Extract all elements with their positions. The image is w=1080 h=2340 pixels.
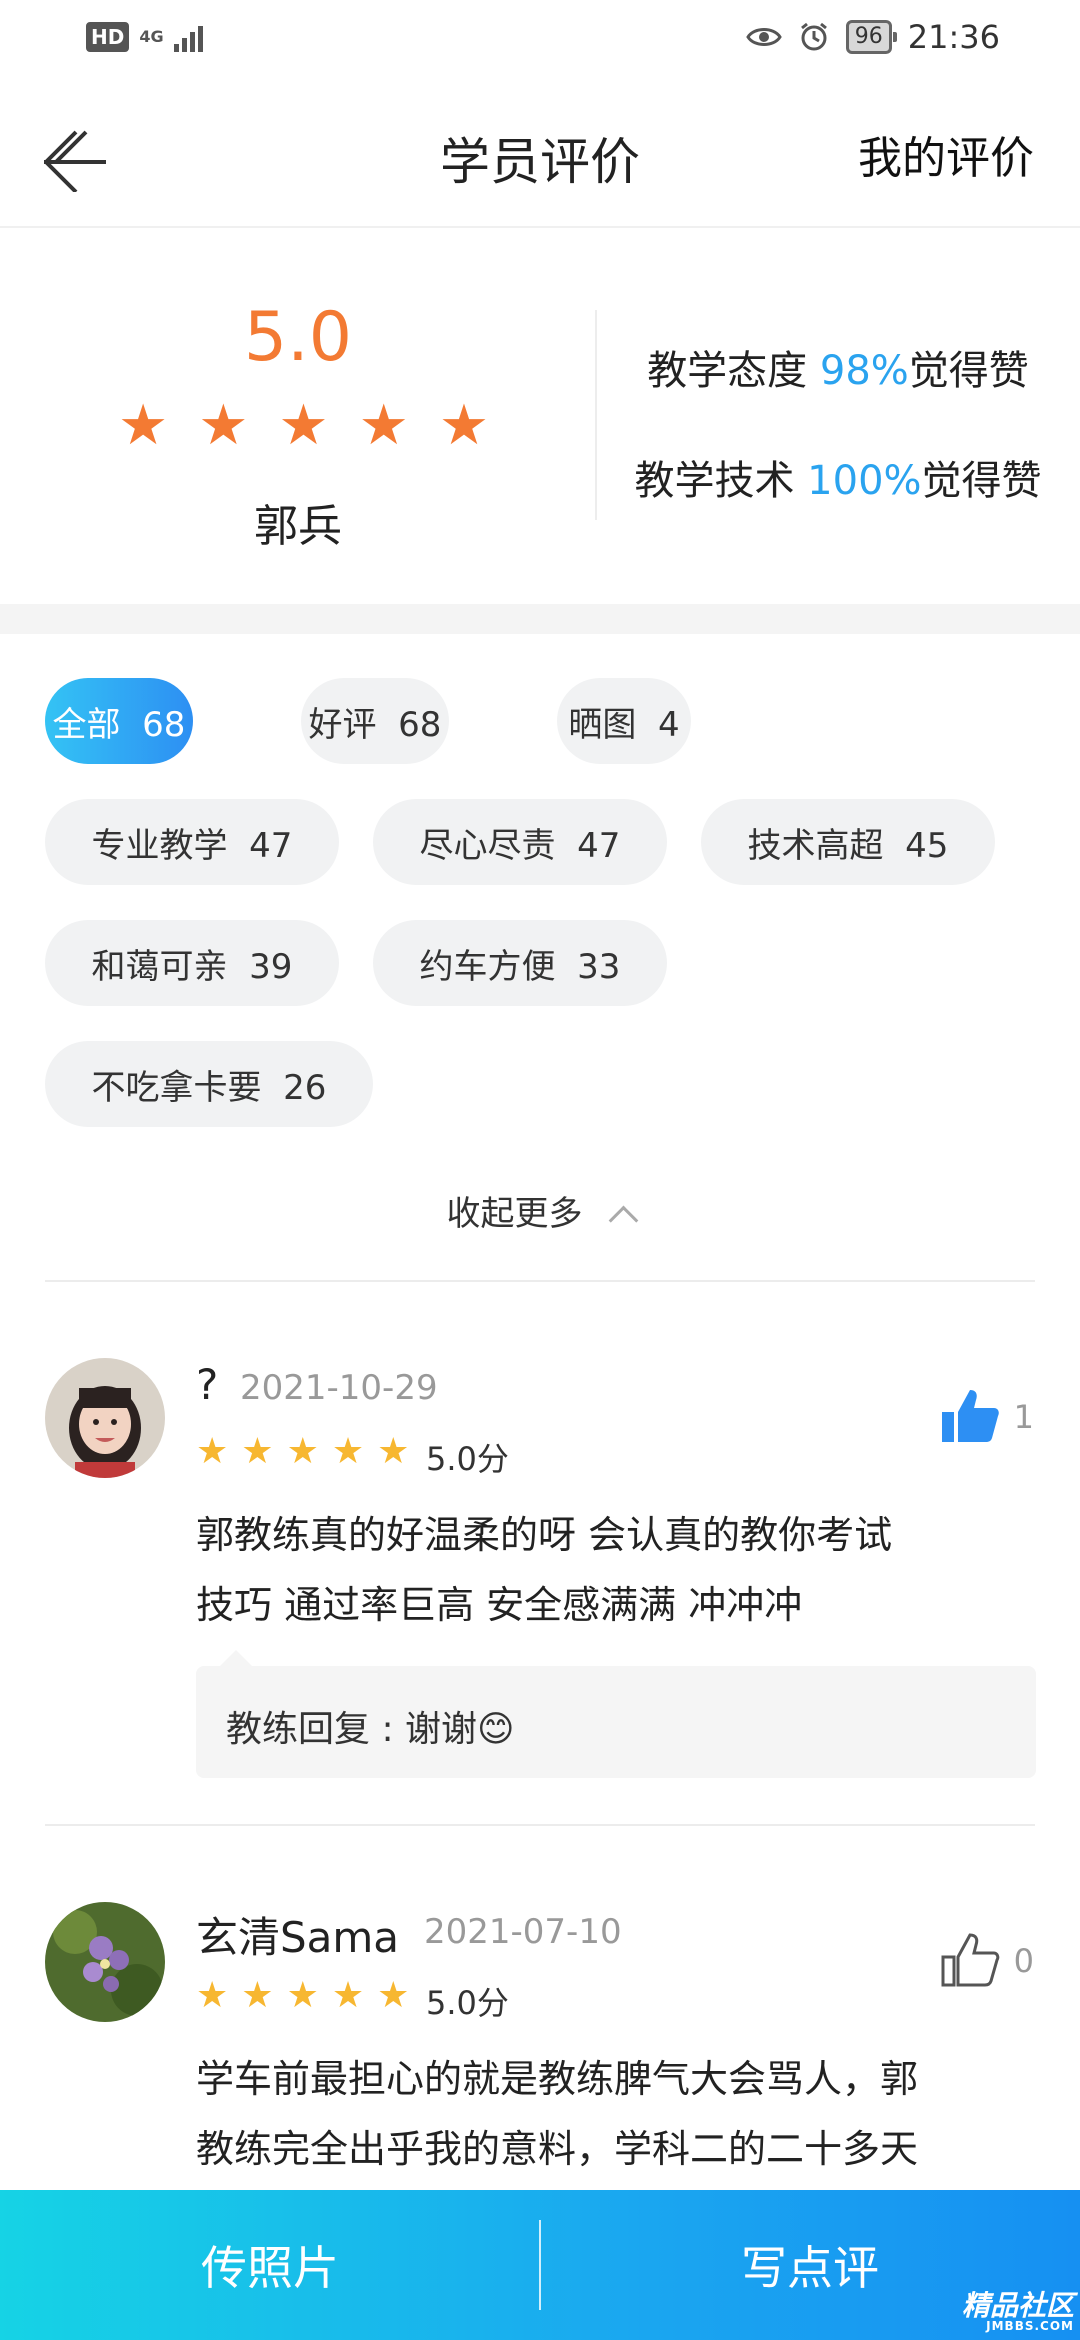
signal-icon <box>173 22 203 52</box>
battery-icon: 96 <box>845 20 897 54</box>
reviewer-name: ? <box>196 1360 219 1409</box>
avatar[interactable] <box>45 1358 165 1478</box>
star-icon: ★ <box>377 1975 410 2016</box>
review-item: ? 2021-10-29 ★ ★ ★ ★ ★ 5.0分 1 郭教练真的好温柔的呀 会认真… <box>0 1358 1080 1818</box>
review-score: 5.0分 <box>426 1984 509 2022</box>
like-count: 1 <box>1013 1398 1034 1436</box>
review-score: 5.0分 <box>426 1440 509 1478</box>
star-icon: ★ <box>241 1975 274 2016</box>
review-date: 2021-07-10 <box>424 1912 622 1952</box>
reply-text: 谢谢😊 <box>405 1709 515 1750</box>
overall-score: 5.0 <box>243 298 353 377</box>
review-text: 学车前最担心的就是教练脾气大会骂人，郭 教练完全出乎我的意料，学科二的二十多天 <box>196 2044 1016 2184</box>
status-bar: HD 4G 96 21:36 <box>0 0 1080 80</box>
stat-suffix: 觉得赞 <box>921 458 1042 504</box>
reply-label: 教练回复 : <box>226 1709 406 1750</box>
tag-no-bribes[interactable]: 不吃拿卡要 26 <box>45 1041 373 1127</box>
eye-icon <box>746 28 782 46</box>
coach-name: 郭兵 <box>254 501 342 552</box>
review-text-line: 技巧 通过率巨高 安全感满满 冲冲冲 <box>196 1583 803 1627</box>
bottom-action-bar: 传照片 写点评 精品社区 JMBBS.COM <box>0 2190 1080 2340</box>
star-icon: ★ <box>198 393 249 458</box>
review-stars: ★ ★ ★ ★ ★ <box>196 1434 409 1470</box>
star-icon: ★ <box>118 393 169 458</box>
stat-percent: 100% <box>807 458 922 504</box>
stat-suffix: 觉得赞 <box>908 348 1029 394</box>
stat-label: 教学态度 <box>647 348 820 394</box>
review-text-line: 教练完全出乎我的意料，学科二的二十多天 <box>196 2127 919 2171</box>
tag-positive[interactable]: 好评 68 <box>301 678 449 764</box>
reply-label-wrap: 教练回复 : 谢谢😊 <box>226 1700 515 1752</box>
avatar[interactable] <box>45 1902 165 2022</box>
divider <box>45 1280 1035 1282</box>
watermark-logo: 精品社区 JMBBS.COM <box>961 2289 1074 2333</box>
tag-easy-booking[interactable]: 约车方便 33 <box>373 920 667 1006</box>
star-icon: ★ <box>196 1975 229 2016</box>
reviewer-name: 玄清Sama <box>196 1913 400 1962</box>
overall-stars: ★ ★ ★ ★ ★ <box>118 398 489 454</box>
star-icon: ★ <box>377 1431 410 1472</box>
star-icon: ★ <box>278 393 329 458</box>
star-icon: ★ <box>438 393 490 458</box>
coach-reply: 教练回复 : 谢谢😊 <box>196 1650 1036 1778</box>
status-left: HD 4G <box>86 22 203 52</box>
network-label: 4G <box>139 27 164 46</box>
stat-teaching-skill: 教学技术 100%觉得赞 <box>596 448 1080 506</box>
thumbs-up-icon[interactable] <box>940 1386 1000 1446</box>
thumbs-up-outline-icon[interactable] <box>940 1930 1000 1990</box>
review-stars: ★ ★ ★ ★ ★ <box>196 1978 409 2014</box>
like-count: 0 <box>1013 1942 1034 1980</box>
review-text-line: 郭教练真的好温柔的呀 会认真的教你考试 <box>196 1513 893 1557</box>
tag-skilled[interactable]: 技术高超 45 <box>701 799 995 885</box>
section-separator <box>0 604 1080 634</box>
star-icon: ★ <box>196 1431 229 1472</box>
star-icon: ★ <box>358 393 409 458</box>
review-text-line: 学车前最担心的就是教练脾气大会骂人，郭 <box>196 2057 919 2101</box>
collapse-more-button[interactable]: 收起更多 <box>0 1186 1080 1236</box>
my-reviews-link[interactable]: 我的评价 <box>858 122 1034 186</box>
hd-badge: HD <box>86 22 130 52</box>
upload-photo-button[interactable]: 传照片 <box>0 2190 540 2340</box>
clock: 21:36 <box>907 18 1000 56</box>
tag-dedicated[interactable]: 尽心尽责 47 <box>373 799 667 885</box>
star-icon: ★ <box>331 1975 365 2016</box>
review-item: 玄清Sama 2021-07-10 ★ ★ ★ ★ ★ 5.0分 0 学车前最担心的就是… <box>0 1902 1080 2190</box>
stat-teaching-attitude: 教学态度 98%觉得赞 <box>596 338 1080 396</box>
tag-friendly[interactable]: 和蔼可亲 39 <box>45 920 339 1006</box>
tag-photos[interactable]: 晒图 4 <box>557 678 691 764</box>
tag-professional[interactable]: 专业教学 47 <box>45 799 339 885</box>
stat-label: 教学技术 <box>634 458 808 504</box>
star-icon: ★ <box>241 1431 274 1472</box>
alarm-icon <box>800 22 827 51</box>
star-icon: ★ <box>331 1431 365 1472</box>
chevron-up-icon <box>608 1205 638 1236</box>
divider <box>45 1824 1035 1826</box>
rating-summary: 5.0 ★ ★ ★ ★ ★ 郭兵 教学态度 98%觉得赞 教学技术 100%觉得赞 <box>0 228 1080 604</box>
status-right: 96 21:36 <box>746 18 1000 56</box>
stat-percent: 98% <box>819 348 909 394</box>
star-icon: ★ <box>286 1431 319 1472</box>
review-text: 郭教练真的好温柔的呀 会认真的教你考试 技巧 通过率巨高 安全感满满 冲冲冲 <box>196 1500 1016 1640</box>
header: 学员评价 我的评价 <box>0 80 1080 228</box>
review-date: 2021-10-29 <box>240 1368 438 1408</box>
star-icon: ★ <box>286 1975 319 2016</box>
watermark-main: 精品社区 <box>961 2289 1074 2322</box>
collapse-label: 收起更多 <box>446 1194 583 1234</box>
tag-all[interactable]: 全部 68 <box>45 678 193 764</box>
